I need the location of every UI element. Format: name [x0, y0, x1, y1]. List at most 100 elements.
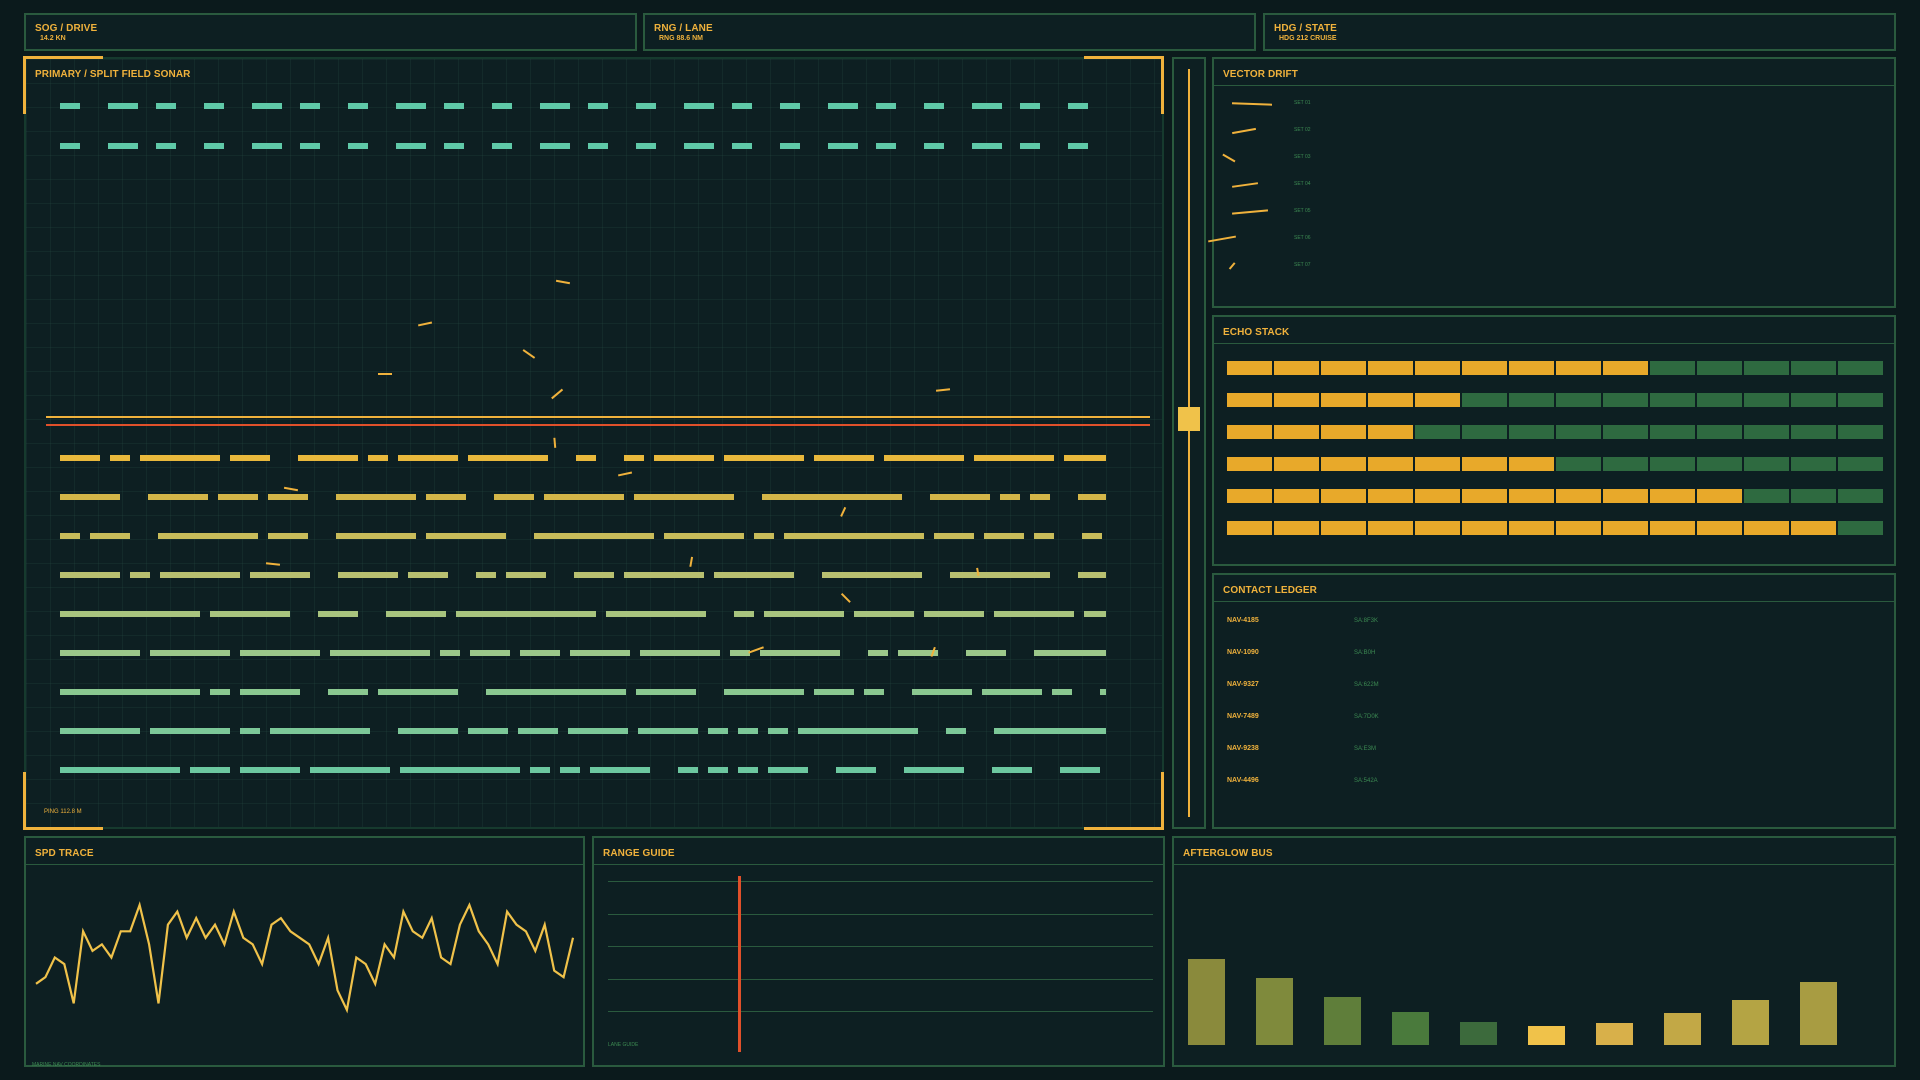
slider-track[interactable]: [1188, 69, 1190, 817]
sonar-segment: [540, 143, 570, 149]
echo-cell-idle: [1650, 361, 1695, 375]
top-panel-rng: RNG / LANE RNG 88.6 NM: [643, 13, 1256, 51]
drift-tick: [417, 321, 433, 327]
sonar-segment: [440, 650, 460, 656]
afterglow-bar: [1460, 1022, 1497, 1045]
slider-handle[interactable]: [1178, 407, 1200, 431]
sonar-segment: [252, 103, 282, 109]
sonar-segment: [946, 728, 966, 734]
sonar-segment: [494, 494, 534, 500]
sonar-segment: [708, 767, 728, 773]
ledger-contact-id[interactable]: NAV-9327: [1227, 681, 1259, 688]
sonar-segment: [544, 494, 624, 500]
sonar-segment: [60, 455, 100, 461]
sonar-segment: [904, 767, 964, 773]
afterglow-bar: [1256, 978, 1293, 1045]
sonar-segment: [426, 533, 506, 539]
ledger-contact-id[interactable]: NAV-4496: [1227, 777, 1259, 784]
echo-cell-active: [1368, 361, 1413, 375]
sonar-segment: [298, 455, 358, 461]
echo-cell-idle: [1744, 393, 1789, 407]
sonar-segment: [636, 689, 696, 695]
echo-stack-panel: ECHO STACK: [1212, 315, 1896, 566]
sonar-segment: [60, 611, 200, 617]
sonar-panel: PRIMARY / SPLIT FIELD SONAR PING 112.8 M: [24, 57, 1164, 829]
echo-cell-idle: [1509, 425, 1554, 439]
sonar-segment: [634, 494, 734, 500]
corner-tl: [23, 56, 103, 114]
sonar-segment: [110, 455, 130, 461]
sonar-segment: [476, 572, 496, 578]
sonar-segment: [486, 689, 626, 695]
echo-cell-active: [1650, 521, 1695, 535]
sonar-segment: [300, 103, 320, 109]
echo-cell-idle: [1415, 425, 1460, 439]
sonar-segment: [156, 103, 176, 109]
sonar-segment: [768, 728, 788, 734]
sonar-segment: [1020, 143, 1040, 149]
afterglow-bar: [1324, 996, 1361, 1045]
sonar-segment: [754, 533, 774, 539]
drift-tick: [522, 349, 536, 359]
sonar-segment: [60, 650, 140, 656]
sonar-segment: [336, 494, 416, 500]
echo-cell-active: [1227, 393, 1272, 407]
echo-cell-active: [1321, 521, 1366, 535]
sonar-segment: [724, 689, 804, 695]
echo-cell-idle: [1697, 361, 1742, 375]
top-panel-hdg: HDG / STATE HDG 212 CRUISE: [1263, 13, 1896, 51]
sonar-segment: [396, 143, 426, 149]
echo-cell-active: [1415, 361, 1460, 375]
drift-set-label: SET 06: [1294, 235, 1311, 241]
echo-cell-active: [1791, 521, 1836, 535]
sonar-segment: [684, 143, 714, 149]
drift-vector: [1228, 262, 1236, 270]
sonar-segment: [624, 455, 644, 461]
echo-cell-active: [1227, 489, 1272, 503]
echo-cell-idle: [1603, 457, 1648, 471]
echo-cell-active: [1274, 457, 1319, 471]
ledger-contact-id[interactable]: NAV-1090: [1227, 649, 1259, 656]
echo-cell-idle: [1697, 425, 1742, 439]
sonar-segment: [268, 533, 308, 539]
drift-set-label: SET 03: [1294, 154, 1311, 160]
ledger-contact-id[interactable]: NAV-7489: [1227, 713, 1259, 720]
scan-line-red: [46, 424, 1150, 426]
sonar-segment: [378, 689, 458, 695]
echo-cell-active: [1274, 489, 1319, 503]
echo-cell-active: [1368, 521, 1413, 535]
echo-cell-active: [1274, 361, 1319, 375]
sonar-segment: [1082, 533, 1102, 539]
range-marker[interactable]: [737, 876, 741, 1052]
sonar-segment: [240, 650, 320, 656]
range-gridline: [608, 913, 1153, 915]
range-gridline: [608, 978, 1153, 980]
sonar-segment: [992, 767, 1032, 773]
echo-cell-idle: [1556, 457, 1601, 471]
sonar-segment: [140, 455, 220, 461]
contact-ledger-divider: [1214, 601, 1894, 602]
drift-tick: [265, 562, 281, 566]
sonar-segment: [348, 103, 368, 109]
sonar-segment: [972, 103, 1002, 109]
sonar-segment: [1000, 494, 1020, 500]
ledger-contact-id[interactable]: NAV-9238: [1227, 745, 1259, 752]
sonar-segment: [386, 611, 446, 617]
sonar-field[interactable]: [26, 59, 1162, 827]
sonar-segment: [190, 767, 230, 773]
vector-drift-divider: [1214, 85, 1894, 86]
sonar-segment: [814, 689, 854, 695]
drift-tick: [935, 388, 951, 392]
sonar-segment: [966, 650, 1006, 656]
sonar-segment: [724, 455, 804, 461]
sonar-segment: [924, 103, 944, 109]
ledger-contact-id[interactable]: NAV-4185: [1227, 617, 1259, 624]
sonar-segment: [606, 611, 706, 617]
sonar-segment: [854, 611, 914, 617]
sonar-segment: [828, 103, 858, 109]
drift-vector: [1231, 209, 1269, 215]
sonar-segment: [368, 455, 388, 461]
sonar-segment: [624, 572, 704, 578]
sonar-segment: [518, 728, 558, 734]
echo-cell-active: [1415, 457, 1460, 471]
